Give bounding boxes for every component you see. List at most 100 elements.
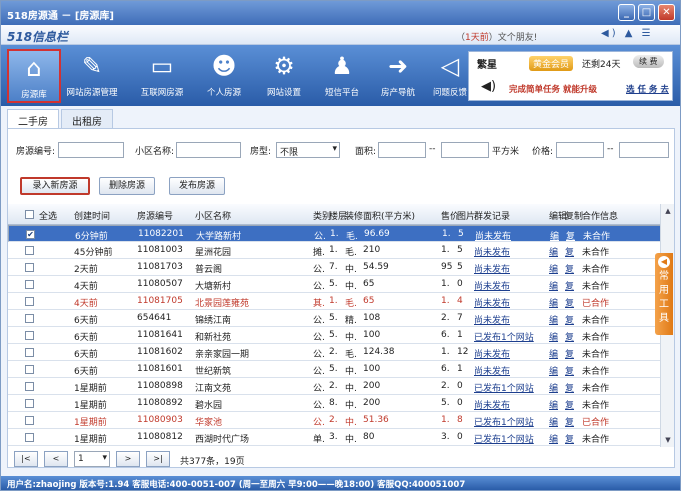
- cell-copy[interactable]: 复: [565, 245, 574, 258]
- table-row[interactable]: 2天前 11081703 普云阁 公. 7. 中. 54.59 95 5 尚未发布 编复未合作: [8, 259, 674, 276]
- cell-copy[interactable]: 复: [566, 229, 575, 242]
- cell-copy[interactable]: 复: [565, 347, 574, 360]
- col-header-listing-code[interactable]: 房源编号: [137, 209, 173, 222]
- cell-publish-record[interactable]: 尚未发布: [474, 279, 510, 292]
- toolbar-item-3[interactable]: ☻ 个人房源: [197, 49, 251, 103]
- select-all-checkbox[interactable]: [25, 210, 34, 219]
- type-select[interactable]: 不限 ▾: [276, 142, 340, 158]
- table-row[interactable]: 1星期前 11080892 碧水园 公. 8. 中. 200 5. 0 尚未发布 编复未合作: [8, 395, 674, 412]
- cell-edit[interactable]: 编: [549, 313, 558, 326]
- table-row[interactable]: 1星期前 11080898 江南文苑 公. 2. 中. 200 2. 0 已发布1个网站 编复未合作: [8, 378, 674, 395]
- cell-copy[interactable]: 复: [565, 296, 574, 309]
- first-page-button[interactable]: |<: [14, 451, 38, 467]
- table-row[interactable]: 1星期前 11080812 西湖时代广场 单. 3. 中. 80 3. 0 已发布1个网站 编复未合…: [8, 429, 674, 446]
- choose-task-link[interactable]: 选 任 务 去: [626, 83, 669, 95]
- row-checkbox[interactable]: [25, 365, 34, 374]
- info-bar-controls[interactable]: ◀) ▲ ☰: [601, 28, 654, 39]
- close-button[interactable]: ✕: [658, 4, 675, 21]
- page-select[interactable]: 1 ▾: [74, 451, 110, 467]
- col-header-decoration[interactable]: 装修: [345, 209, 363, 222]
- row-checkbox[interactable]: [25, 331, 34, 340]
- scroll-down-icon[interactable]: ▼: [662, 434, 674, 446]
- cell-edit[interactable]: 编: [549, 330, 558, 343]
- next-page-button[interactable]: >: [116, 451, 140, 467]
- row-checkbox[interactable]: [25, 416, 34, 425]
- row-checkbox[interactable]: [25, 348, 34, 357]
- cell-edit[interactable]: 编: [549, 279, 558, 292]
- cell-edit[interactable]: 编: [549, 432, 558, 445]
- cell-copy[interactable]: 复: [565, 330, 574, 343]
- area-min-input[interactable]: [378, 142, 426, 158]
- title-bar[interactable]: 518房源通 － [房源库] _ □ ✕: [1, 1, 680, 25]
- code-input[interactable]: [58, 142, 124, 158]
- cell-copy[interactable]: 复: [565, 262, 574, 275]
- prev-page-button[interactable]: <: [44, 451, 68, 467]
- price-max-input[interactable]: [619, 142, 669, 158]
- col-header-community-name[interactable]: 小区名称: [195, 209, 231, 222]
- row-checkbox[interactable]: [25, 246, 34, 255]
- cell-edit[interactable]: 编: [549, 262, 558, 275]
- cell-edit[interactable]: 编: [549, 347, 558, 360]
- community-input[interactable]: [176, 142, 241, 158]
- toolbar-item-4[interactable]: ⚙ 网站设置: [257, 49, 311, 103]
- cell-publish-record[interactable]: 尚未发布: [474, 245, 510, 258]
- toolbar-item-1[interactable]: ✎ 网站房源管理: [65, 49, 119, 103]
- row-checkbox[interactable]: [25, 314, 34, 323]
- cell-copy[interactable]: 复: [565, 398, 574, 411]
- cell-publish-record[interactable]: 已发布1个网站: [474, 330, 534, 343]
- col-header-create-time[interactable]: 创建时间: [74, 209, 110, 222]
- row-checkbox[interactable]: [25, 297, 34, 306]
- minimize-button[interactable]: _: [618, 4, 635, 21]
- row-checkbox[interactable]: [25, 433, 34, 442]
- price-min-input[interactable]: [556, 142, 604, 158]
- table-row[interactable]: 45分钟前 11081003 星洲花园 摊. 1. 毛. 210 1. 5 尚未发布 编复未合作: [8, 242, 674, 259]
- row-checkbox[interactable]: [25, 399, 34, 408]
- task-link[interactable]: 完成简单任务 就能升级: [509, 83, 597, 95]
- last-page-button[interactable]: >|: [146, 451, 170, 467]
- row-checkbox[interactable]: [25, 382, 34, 391]
- row-checkbox[interactable]: [25, 263, 34, 272]
- cell-copy[interactable]: 复: [565, 313, 574, 326]
- table-row[interactable]: 6天前 11081601 世纪新筑 公. 5. 中. 100 6. 1 尚未发布 编复未合作: [8, 361, 674, 378]
- cell-copy[interactable]: 复: [565, 279, 574, 292]
- row-checkbox[interactable]: [25, 280, 34, 289]
- table-row[interactable]: 6天前 654641 锦绣江南 公. 5. 精. 108 2. 7 尚未发布 编复未合作: [8, 310, 674, 327]
- cell-edit[interactable]: 编: [549, 364, 558, 377]
- delete-listing-button[interactable]: 删除房源: [99, 177, 155, 195]
- cell-publish-record[interactable]: 尚未发布: [474, 262, 510, 275]
- cell-publish-record[interactable]: 已发布1个网站: [474, 415, 534, 428]
- col-header-publish-record[interactable]: 群发记录: [474, 209, 510, 222]
- table-row[interactable]: 4天前 11081705 北景园莲雍苑 其. 1. 毛. 65 1. 4 尚未发布 编复已合作: [8, 293, 674, 310]
- area-max-input[interactable]: [441, 142, 489, 158]
- cell-publish-record[interactable]: 尚未发布: [474, 398, 510, 411]
- col-header-area[interactable]: 面积(平方米): [363, 209, 415, 222]
- cell-publish-record[interactable]: 已发布1个网站: [474, 381, 534, 394]
- cell-edit[interactable]: 编: [549, 398, 558, 411]
- cell-copy[interactable]: 复: [565, 381, 574, 394]
- cell-edit[interactable]: 编: [550, 229, 559, 242]
- renew-button[interactable]: 续 费: [633, 55, 664, 68]
- col-header-photos[interactable]: 图片: [457, 209, 475, 222]
- maximize-button[interactable]: □: [638, 4, 655, 21]
- cell-publish-record[interactable]: 尚未发布: [474, 296, 510, 309]
- table-row[interactable]: 6天前 11081641 和新社苑 公. 5. 中. 100 6. 1 已发布1个网站 编复未合作: [8, 327, 674, 344]
- cell-copy[interactable]: 复: [565, 364, 574, 377]
- toolbar-item-5[interactable]: ♟ 短信平台: [315, 49, 369, 103]
- toolbar-item-6[interactable]: ➜ 房产导航: [371, 49, 425, 103]
- col-header-cooperation[interactable]: 合作信息: [582, 209, 618, 222]
- cell-publish-record[interactable]: 尚未发布: [475, 229, 511, 242]
- cell-publish-record[interactable]: 尚未发布: [474, 347, 510, 360]
- table-row[interactable]: 6天前 11081602 亲亲家园一期 公. 2. 毛. 124.38 1. 12 尚未发布 编复未…: [8, 344, 674, 361]
- cell-edit[interactable]: 编: [549, 245, 558, 258]
- add-listing-button[interactable]: 录入新房源: [20, 177, 90, 195]
- cell-edit[interactable]: 编: [549, 381, 558, 394]
- cell-publish-record[interactable]: 尚未发布: [474, 364, 510, 377]
- table-row[interactable]: 1星期前 11080903 华家池 公. 2. 中. 51.36 1. 8 已发布1个网站 编复已合…: [8, 412, 674, 429]
- table-row[interactable]: ✔ 6分钟前 11082201 大学路新村 公. 1. 毛. 96.69 1. 5 尚未发布 编复未合…: [8, 225, 674, 242]
- table-row[interactable]: 4天前 11080507 大塘新村 公. 5. 中. 65 1. 0 尚未发布 编复未合作: [8, 276, 674, 293]
- cell-copy[interactable]: 复: [565, 432, 574, 445]
- cell-publish-record[interactable]: 已发布1个网站: [474, 432, 534, 445]
- news-ticker[interactable]: （1天前）文个朋友!: [456, 30, 537, 43]
- cell-copy[interactable]: 复: [565, 415, 574, 428]
- toolbar-item-2[interactable]: ▭ 互联网房源: [135, 49, 189, 103]
